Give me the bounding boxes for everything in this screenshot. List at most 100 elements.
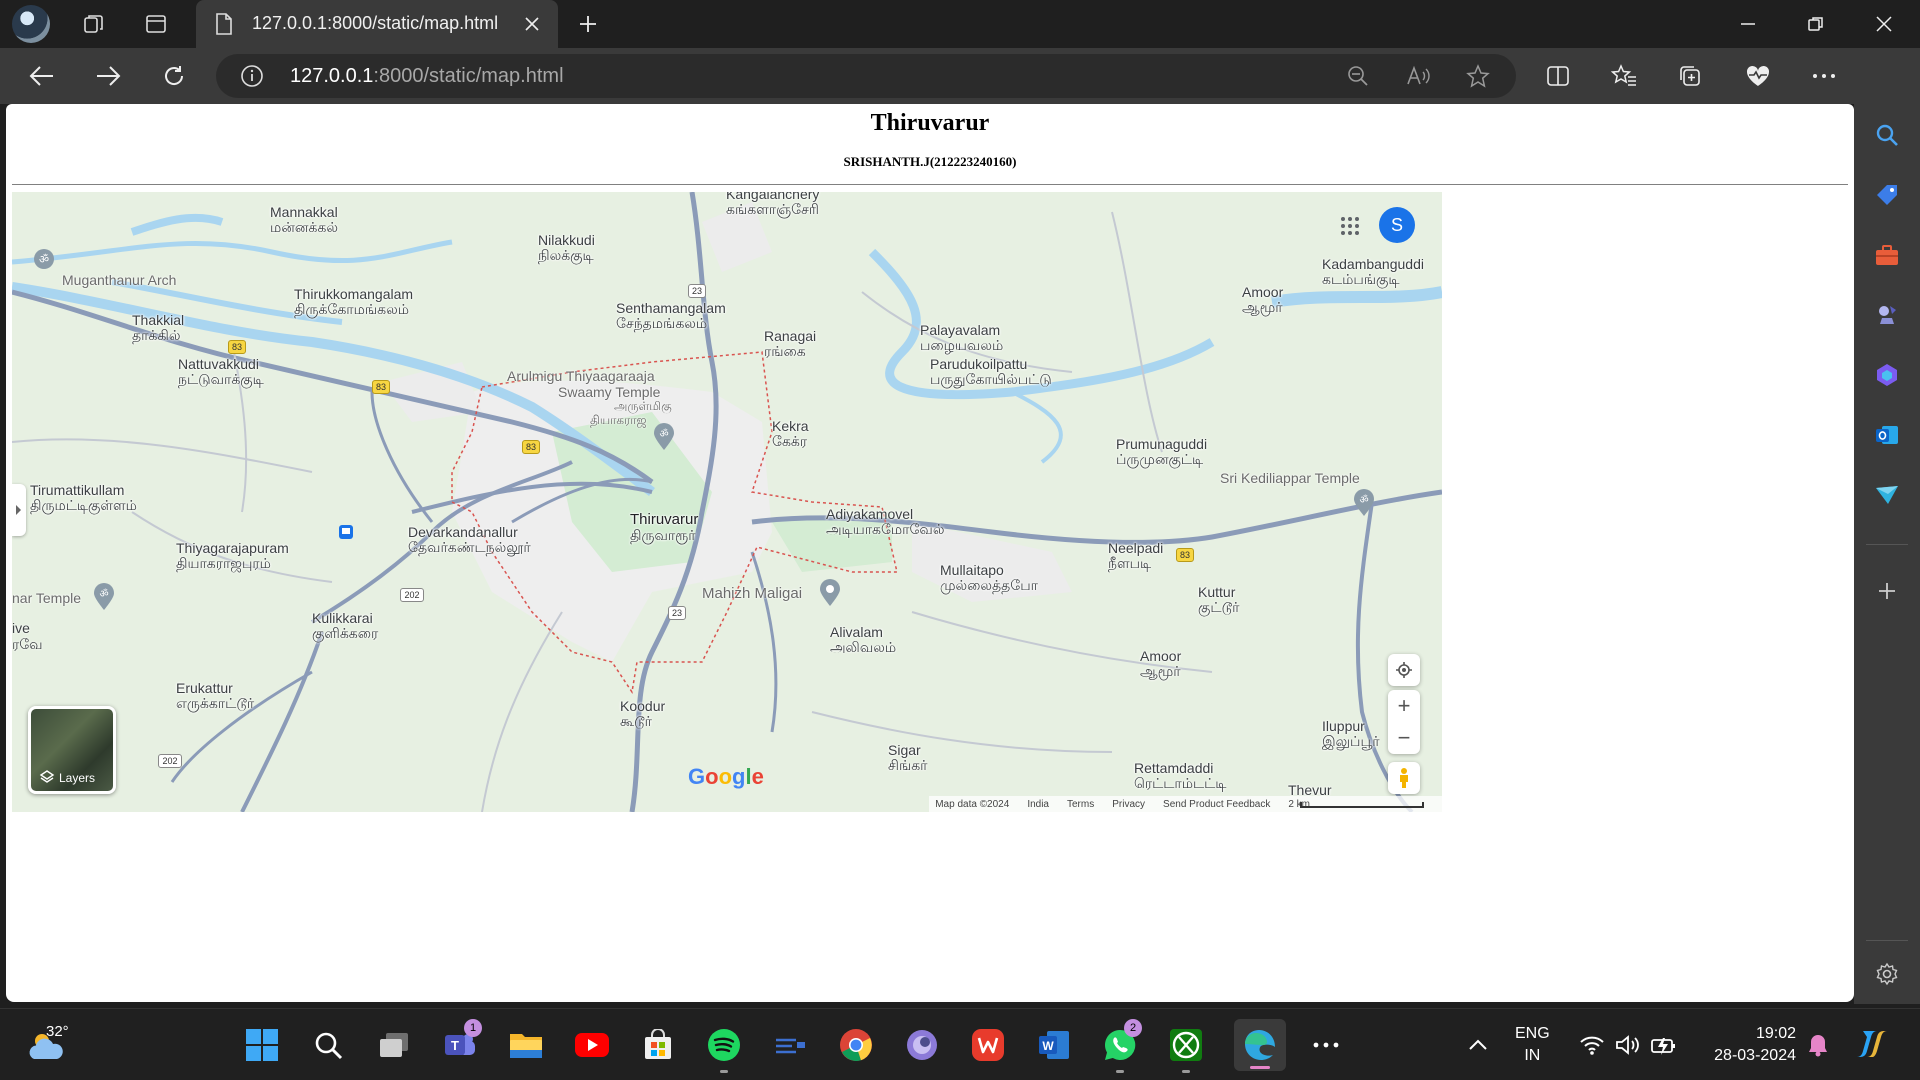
minimize-icon[interactable] bbox=[1730, 6, 1766, 42]
back-icon[interactable] bbox=[24, 58, 60, 94]
chrome-icon[interactable] bbox=[834, 1023, 878, 1067]
zoom-out-button[interactable]: − bbox=[1388, 722, 1420, 754]
terms-link[interactable]: Terms bbox=[1067, 799, 1094, 810]
place-label[interactable]: Ranagai ரங்கை bbox=[764, 328, 816, 360]
notifications-bell-icon[interactable] bbox=[1796, 1023, 1840, 1067]
read-aloud-icon[interactable] bbox=[1406, 64, 1432, 92]
place-label[interactable]: Sigar சிங்கர் bbox=[888, 742, 928, 774]
temple-poi-icon[interactable]: ॐ bbox=[32, 247, 56, 271]
place-label[interactable]: Adiyakamovel அடியாகமோவேல் bbox=[826, 506, 944, 538]
place-label[interactable]: Thiruvarur திருவாரூர் bbox=[630, 512, 698, 545]
microsoft-store-icon[interactable] bbox=[636, 1023, 680, 1067]
tools-icon[interactable] bbox=[1868, 236, 1906, 274]
search-icon[interactable] bbox=[1868, 116, 1906, 154]
place-label[interactable]: Thirukkomangalam திருக்கோமங்கலம் bbox=[294, 286, 413, 318]
teams-icon[interactable]: T 1 bbox=[438, 1019, 482, 1067]
battery-charging-icon[interactable] bbox=[1642, 1023, 1686, 1067]
place-label[interactable]: Rettamdaddi ரெட்டாம்டட்டி bbox=[1134, 760, 1226, 792]
poi-left-temple[interactable]: nar Temple bbox=[12, 590, 81, 606]
favorites-icon[interactable] bbox=[1606, 58, 1642, 94]
temple-pin-icon[interactable]: ॐ bbox=[1352, 488, 1376, 518]
address-bar[interactable]: 127.0.0.1:8000/static/map.html bbox=[216, 54, 1516, 98]
taskbar-search-icon[interactable] bbox=[306, 1023, 350, 1067]
pegman-button[interactable] bbox=[1388, 762, 1420, 794]
show-hidden-icons-chevron-icon[interactable] bbox=[1456, 1023, 1500, 1067]
edge-taskbar-icon[interactable] bbox=[1234, 1019, 1286, 1071]
split-screen-icon[interactable] bbox=[1540, 58, 1576, 94]
place-label[interactable]: Devarkandanallur தேவர்கண்டநல்லூர் bbox=[408, 524, 531, 556]
place-label[interactable]: Thakkial தாக்கில் bbox=[132, 312, 184, 344]
xbox-icon[interactable] bbox=[1164, 1023, 1208, 1073]
close-window-icon[interactable] bbox=[1866, 6, 1902, 42]
scale-bar[interactable] bbox=[1300, 802, 1424, 808]
feedback-link[interactable]: Send Product Feedback bbox=[1163, 799, 1270, 810]
whatsapp-icon[interactable]: 2 bbox=[1098, 1019, 1142, 1073]
place-label[interactable]: Kekra கேக்ர bbox=[772, 418, 809, 450]
place-label[interactable]: Kadambanguddi கடம்பங்குடி bbox=[1322, 256, 1424, 288]
place-label[interactable]: Thiyagarajapuram தியாகராஜபுரம் bbox=[176, 540, 289, 572]
forward-icon[interactable] bbox=[90, 58, 126, 94]
place-label[interactable]: Kangalanchery கங்களாஞ்சேரி bbox=[726, 192, 819, 218]
tab-close-icon[interactable] bbox=[518, 10, 546, 38]
place-label[interactable]: Nilakkudi நிலக்குடி bbox=[538, 232, 595, 264]
refresh-icon[interactable] bbox=[156, 58, 192, 94]
place-pin-icon[interactable] bbox=[818, 578, 842, 608]
layers-button[interactable]: Layers bbox=[28, 706, 116, 794]
wps-office-icon[interactable] bbox=[966, 1023, 1010, 1067]
copilot-sidebar-icon[interactable] bbox=[1868, 356, 1906, 394]
start-windows-icon[interactable] bbox=[240, 1023, 284, 1067]
place-label[interactable]: Tirumattikullam திருமட்டிகுள்ளம் bbox=[30, 482, 137, 514]
temple-pin-icon[interactable]: ॐ bbox=[92, 582, 116, 612]
place-label[interactable]: Mannakkal மன்னக்கல் bbox=[270, 204, 338, 236]
zoom-in-button[interactable]: + bbox=[1388, 690, 1420, 722]
more-options-icon[interactable] bbox=[1806, 58, 1842, 94]
my-location-button[interactable] bbox=[1388, 654, 1420, 686]
workspaces-icon[interactable] bbox=[76, 6, 112, 42]
word-icon[interactable]: W bbox=[1032, 1023, 1076, 1067]
place-label[interactable]: Alivalam அலிவலம் bbox=[830, 624, 896, 656]
google-apps-icon[interactable] bbox=[1338, 214, 1362, 238]
place-label[interactable]: Neelpadi நீளபடி bbox=[1108, 540, 1163, 572]
drop-icon[interactable] bbox=[1868, 476, 1906, 514]
bus-stop-icon[interactable] bbox=[338, 524, 354, 540]
map-embed[interactable]: ॐ ॐ ॐ ॐ Muganthanur Arch Arulmigu Thiyaa… bbox=[12, 192, 1442, 812]
edge-profile-icon[interactable] bbox=[900, 1023, 944, 1067]
account-avatar[interactable]: S bbox=[1379, 207, 1415, 243]
place-label[interactable]: Koodur கூடூர் bbox=[620, 698, 665, 730]
zoom-out-icon[interactable] bbox=[1346, 64, 1370, 92]
clock[interactable]: 19:02 28-03-2024 bbox=[1700, 1023, 1796, 1067]
browser-essentials-icon[interactable] bbox=[1740, 58, 1776, 94]
place-label[interactable]: Senthamangalam சேந்தமங்கலம் bbox=[616, 300, 726, 332]
games-icon[interactable] bbox=[1868, 296, 1906, 334]
place-label[interactable]: Parudukoilpattu பருதுகோயில்பட்டு bbox=[930, 356, 1052, 388]
place-label[interactable]: Nattuvakkudi நட்டுவாக்குடி bbox=[178, 356, 264, 388]
place-label[interactable]: Amoor ஆமூர் bbox=[1242, 284, 1283, 316]
profile-avatar[interactable] bbox=[12, 5, 50, 43]
restore-icon[interactable] bbox=[1798, 6, 1834, 42]
privacy-link[interactable]: Privacy bbox=[1112, 799, 1145, 810]
youtube-icon[interactable] bbox=[570, 1023, 614, 1067]
place-label[interactable]: Kulikkarai குளிக்கரை bbox=[312, 610, 378, 642]
copilot-taskbar-icon[interactable] bbox=[1850, 1023, 1894, 1067]
place-label[interactable]: Palayavalam பழையவலம் bbox=[920, 322, 1003, 354]
tab-active[interactable]: 127.0.0.1:8000/static/map.html bbox=[196, 0, 558, 48]
poi-kediliappar-temple[interactable]: Sri Kediliappar Temple bbox=[1220, 470, 1360, 486]
region-link[interactable]: India bbox=[1027, 799, 1049, 810]
place-label[interactable]: Iluppur இலுப்பூர் bbox=[1322, 718, 1380, 750]
place-label[interactable]: Erukattur எருக்காட்டூர் bbox=[176, 680, 254, 712]
task-view-icon[interactable] bbox=[372, 1023, 416, 1067]
poi-mahizh-maligai[interactable]: Mahizh Maligai bbox=[702, 586, 802, 602]
place-label[interactable]: Amoor ஆமூர் bbox=[1140, 648, 1181, 680]
add-sidebar-app-icon[interactable] bbox=[1868, 572, 1906, 610]
input-language[interactable]: ENG IN bbox=[1515, 1023, 1550, 1067]
new-tab-icon[interactable] bbox=[570, 6, 606, 42]
spotify-icon[interactable] bbox=[702, 1023, 746, 1073]
place-label[interactable]: Mullaitapo முல்லைத்தபோ bbox=[940, 562, 1038, 594]
place-label[interactable]: Prumunaguddi ப்ருமுனகுட்டி bbox=[1116, 436, 1207, 468]
poi-muganthanur-arch[interactable]: Muganthanur Arch bbox=[62, 272, 176, 288]
vertical-tabs-icon[interactable] bbox=[138, 6, 174, 42]
place-label[interactable]: Kuttur குட்டூர் bbox=[1198, 584, 1239, 616]
poi-temple-line1[interactable]: Arulmigu Thiyaagaraaja bbox=[507, 368, 655, 384]
media-app-icon[interactable] bbox=[768, 1023, 812, 1067]
taskbar-overflow-icon[interactable] bbox=[1304, 1023, 1348, 1067]
